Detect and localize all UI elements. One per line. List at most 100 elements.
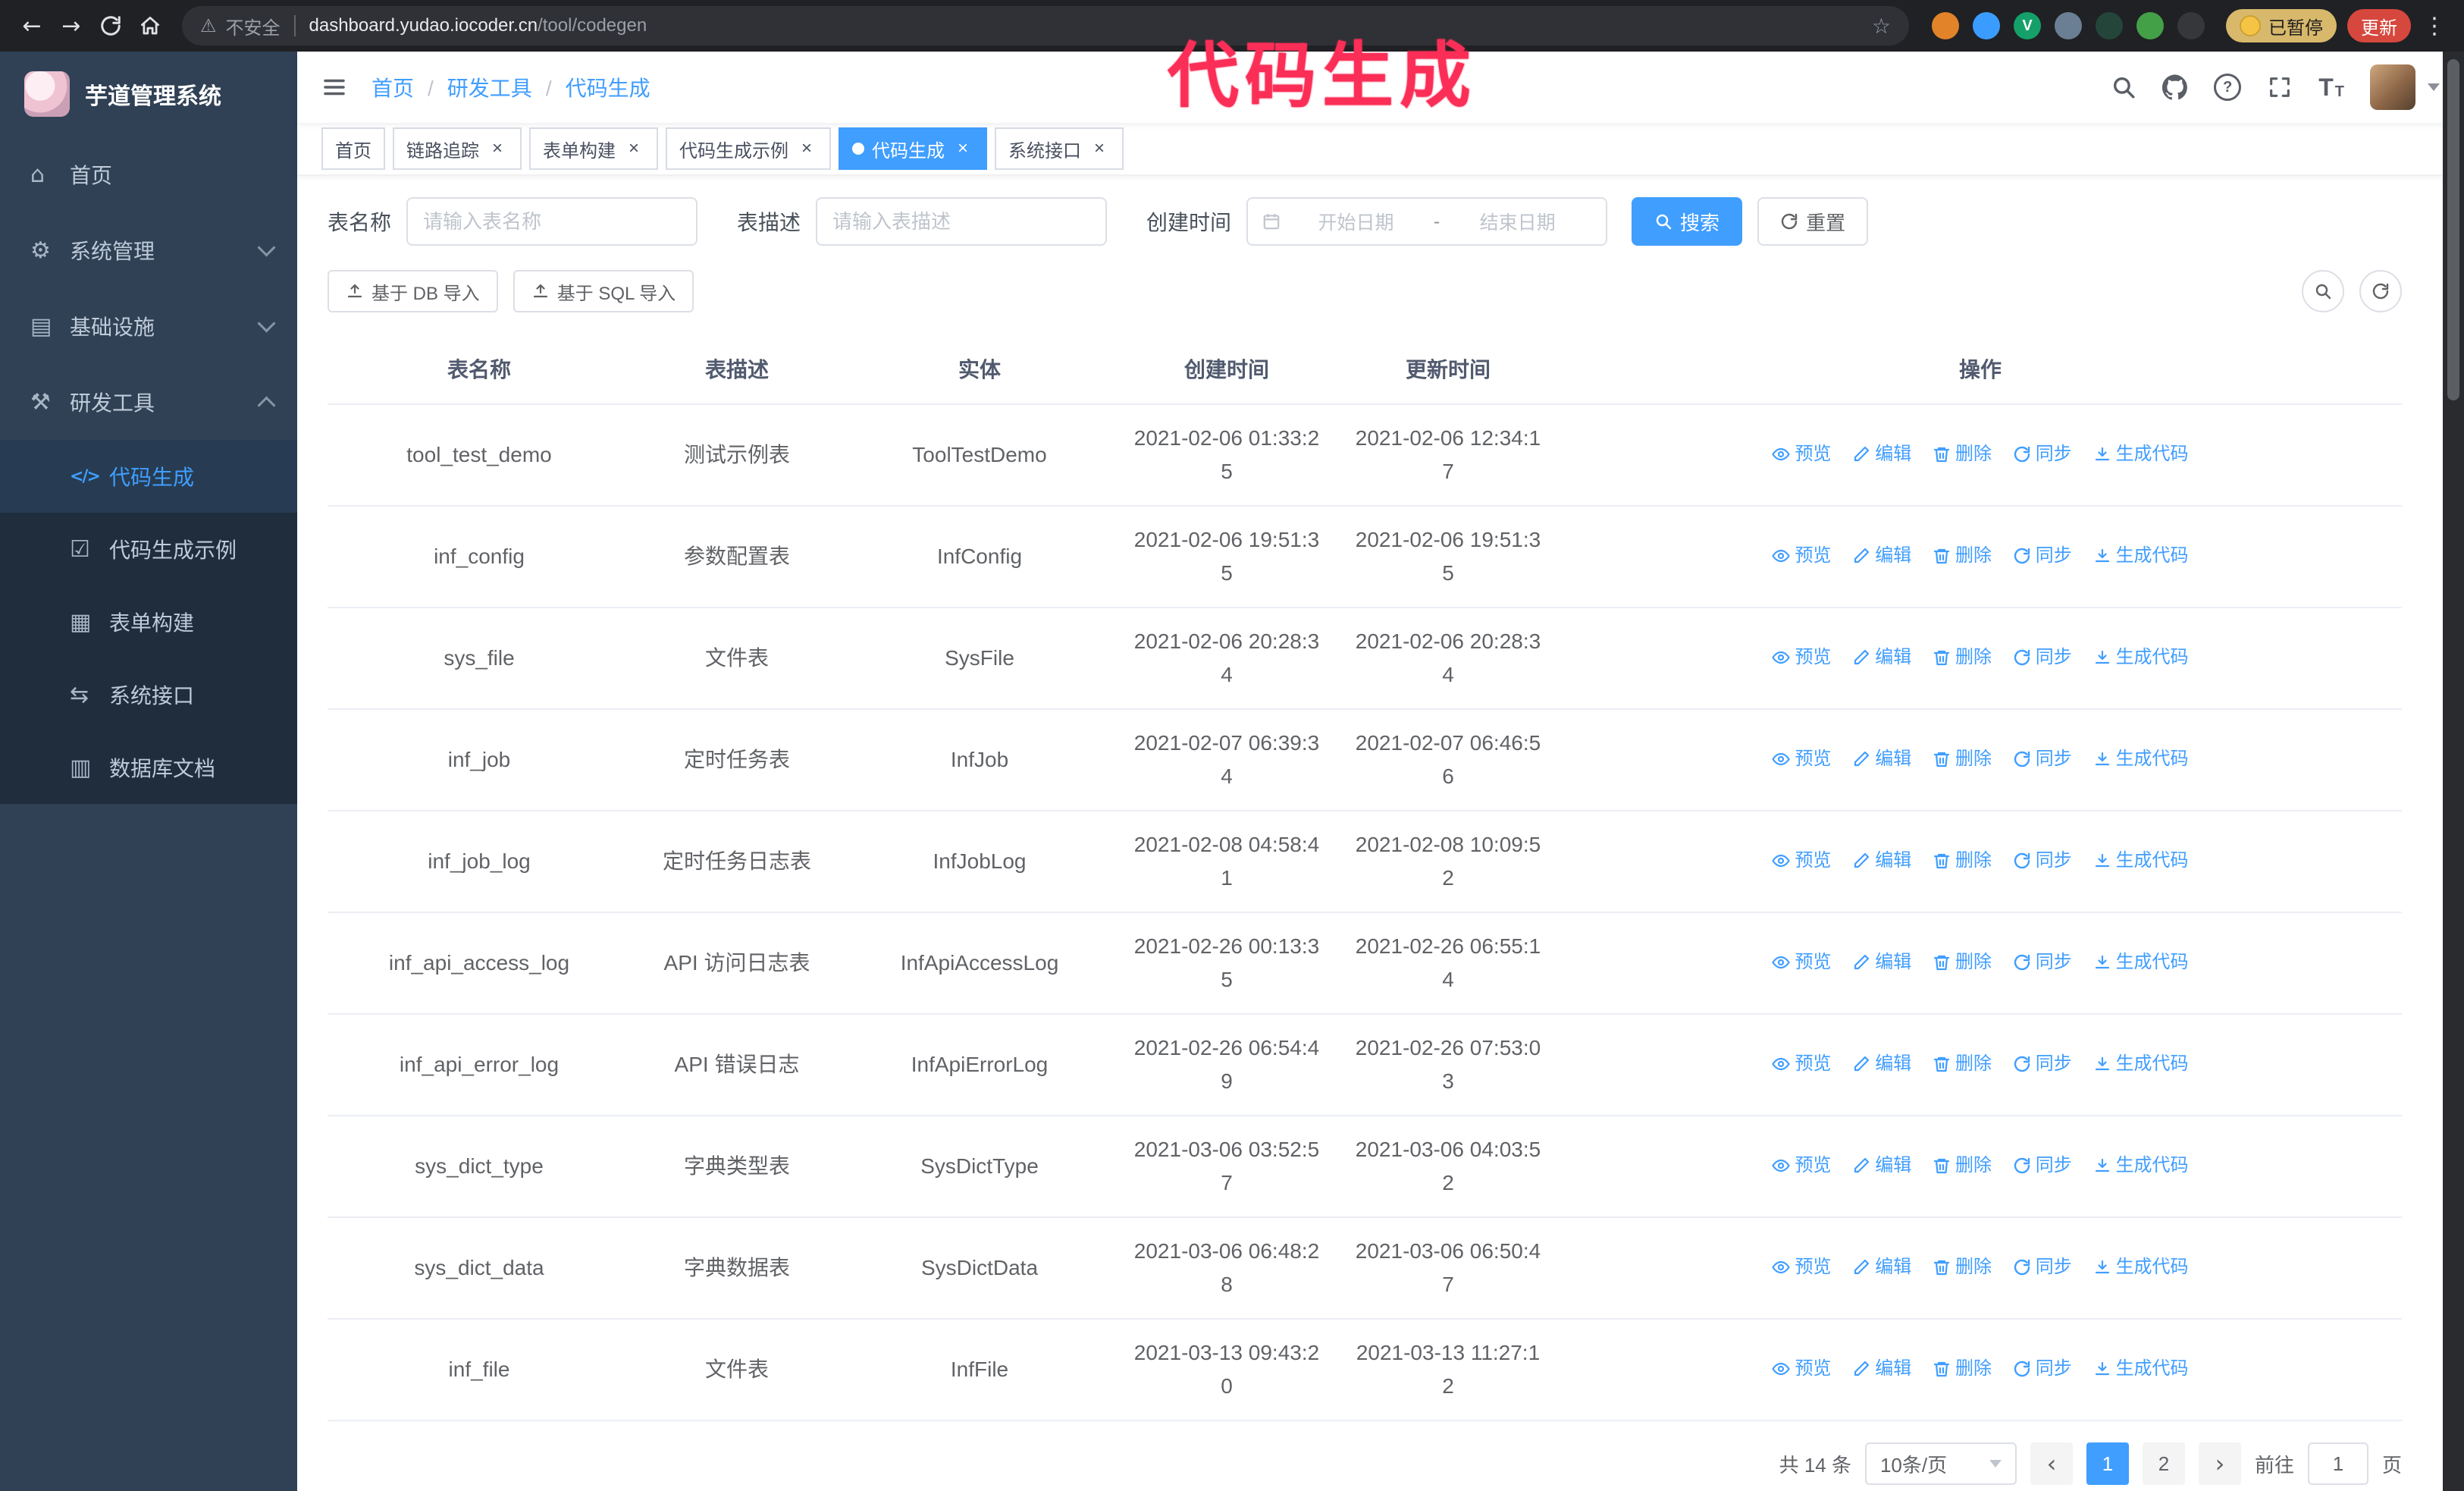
extension-icon[interactable] bbox=[2096, 12, 2123, 39]
preview-link[interactable]: 预览 bbox=[1772, 641, 1831, 674]
generate-code-link[interactable]: 生成代码 bbox=[2093, 1352, 2189, 1386]
home-button[interactable] bbox=[130, 6, 170, 46]
sidebar-item-infra[interactable]: ▤ 基础设施 bbox=[0, 288, 297, 364]
refresh-table-button[interactable] bbox=[2359, 270, 2402, 312]
close-icon[interactable] bbox=[952, 138, 973, 159]
close-icon[interactable] bbox=[1089, 138, 1110, 159]
page-button-2[interactable]: 2 bbox=[2142, 1442, 2185, 1485]
delete-link[interactable]: 删除 bbox=[1933, 1251, 1992, 1284]
avatar[interactable] bbox=[2370, 64, 2415, 110]
sync-link[interactable]: 同步 bbox=[2013, 1251, 2072, 1284]
preview-link[interactable]: 预览 bbox=[1772, 946, 1831, 979]
extension-icon[interactable] bbox=[1932, 12, 1959, 39]
breadcrumb-item-home[interactable]: 首页 bbox=[371, 72, 447, 102]
create-time-range-picker[interactable]: 开始日期 - 结束日期 bbox=[1246, 197, 1608, 246]
sidebar-item-gear[interactable]: ⚙ 系统管理 bbox=[0, 212, 297, 288]
prev-page-button[interactable] bbox=[2030, 1442, 2073, 1485]
preview-link[interactable]: 预览 bbox=[1772, 1251, 1831, 1284]
generate-code-link[interactable]: 生成代码 bbox=[2093, 844, 2189, 877]
sync-link[interactable]: 同步 bbox=[2013, 1352, 2072, 1386]
tags-view-item[interactable]: 代码生成 bbox=[839, 127, 987, 170]
delete-link[interactable]: 删除 bbox=[1933, 438, 1992, 471]
font-size-icon[interactable] bbox=[2318, 75, 2344, 99]
import-sql-button[interactable]: 基于 SQL 导入 bbox=[513, 270, 694, 312]
sync-link[interactable]: 同步 bbox=[2013, 438, 2072, 471]
app-logo[interactable]: 芋道管理系统 bbox=[0, 52, 297, 137]
bookmark-star-icon[interactable]: ☆ bbox=[1872, 14, 1891, 39]
sync-link[interactable]: 同步 bbox=[2013, 1149, 2072, 1182]
scrollbar[interactable] bbox=[2443, 52, 2464, 1491]
extension-icon[interactable] bbox=[2055, 12, 2082, 39]
edit-link[interactable]: 编辑 bbox=[1852, 742, 1911, 776]
delete-link[interactable]: 删除 bbox=[1933, 641, 1992, 674]
sidebar-item-api[interactable]: ⇆ 系统接口 bbox=[0, 658, 297, 731]
tags-view-item[interactable]: 表单构建 bbox=[529, 127, 658, 170]
browser-menu-kebab-icon[interactable]: ⋮ bbox=[2423, 13, 2446, 39]
toggle-search-button[interactable] bbox=[2302, 270, 2344, 312]
edit-link[interactable]: 编辑 bbox=[1852, 1149, 1911, 1182]
fullscreen-icon[interactable] bbox=[2267, 74, 2293, 100]
edit-link[interactable]: 编辑 bbox=[1852, 438, 1911, 471]
edit-link[interactable]: 编辑 bbox=[1852, 844, 1911, 877]
generate-code-link[interactable]: 生成代码 bbox=[2093, 1149, 2189, 1182]
delete-link[interactable]: 删除 bbox=[1933, 1047, 1992, 1081]
generate-code-link[interactable]: 生成代码 bbox=[2093, 742, 2189, 776]
preview-link[interactable]: 预览 bbox=[1772, 1047, 1831, 1081]
generate-code-link[interactable]: 生成代码 bbox=[2093, 1251, 2189, 1284]
tags-view-item[interactable]: 代码生成示例 bbox=[666, 127, 831, 170]
extension-icon[interactable] bbox=[2177, 12, 2205, 39]
sync-link[interactable]: 同步 bbox=[2013, 641, 2072, 674]
delete-link[interactable]: 删除 bbox=[1933, 1352, 1992, 1386]
tags-view-item[interactable]: 系统接口 bbox=[995, 127, 1124, 170]
reload-button[interactable] bbox=[91, 6, 130, 46]
preview-link[interactable]: 预览 bbox=[1772, 742, 1831, 776]
reset-button[interactable]: 重置 bbox=[1757, 197, 1869, 246]
edit-link[interactable]: 编辑 bbox=[1852, 1047, 1911, 1081]
tags-view-item[interactable]: 首页 bbox=[321, 127, 385, 170]
edit-link[interactable]: 编辑 bbox=[1852, 1251, 1911, 1284]
breadcrumb-item-tools[interactable]: 研发工具 bbox=[447, 72, 566, 102]
edit-link[interactable]: 编辑 bbox=[1852, 1352, 1911, 1386]
search-button[interactable]: 搜索 bbox=[1632, 197, 1743, 246]
delete-link[interactable]: 删除 bbox=[1933, 844, 1992, 877]
close-icon[interactable] bbox=[796, 138, 817, 159]
edit-link[interactable]: 编辑 bbox=[1852, 539, 1911, 573]
extension-icon[interactable]: V bbox=[2014, 12, 2041, 39]
sync-link[interactable]: 同步 bbox=[2013, 946, 2072, 979]
sidebar-item-tools[interactable]: ⚒ 研发工具 bbox=[0, 364, 297, 440]
sidebar-item-form[interactable]: ▦ 表单构建 bbox=[0, 585, 297, 658]
delete-link[interactable]: 删除 bbox=[1933, 946, 1992, 979]
sync-link[interactable]: 同步 bbox=[2013, 742, 2072, 776]
table-name-input[interactable] bbox=[406, 197, 698, 246]
delete-link[interactable]: 删除 bbox=[1933, 742, 1992, 776]
scrollbar-thumb[interactable] bbox=[2447, 59, 2459, 400]
extension-icon[interactable] bbox=[1973, 12, 2000, 39]
goto-page-input[interactable] bbox=[2307, 1442, 2368, 1485]
delete-link[interactable]: 删除 bbox=[1933, 1149, 1992, 1182]
sync-link[interactable]: 同步 bbox=[2013, 1047, 2072, 1081]
tags-view-item[interactable]: 链路追踪 bbox=[393, 127, 522, 170]
chevron-down-icon[interactable] bbox=[2428, 83, 2440, 91]
preview-link[interactable]: 预览 bbox=[1772, 1352, 1831, 1386]
page-size-select[interactable]: 10条/页 bbox=[1864, 1442, 2017, 1485]
close-icon[interactable] bbox=[487, 138, 508, 159]
address-bar[interactable]: ⚠ 不安全 dashboard.yudao.iocoder.cn/tool/co… bbox=[182, 6, 1909, 46]
sidebar-item-home[interactable]: ⌂ 首页 bbox=[0, 137, 297, 212]
preview-link[interactable]: 预览 bbox=[1772, 438, 1831, 471]
generate-code-link[interactable]: 生成代码 bbox=[2093, 1047, 2189, 1081]
preview-link[interactable]: 预览 bbox=[1772, 1149, 1831, 1182]
delete-link[interactable]: 删除 bbox=[1933, 539, 1992, 573]
preview-link[interactable]: 预览 bbox=[1772, 539, 1831, 573]
update-button[interactable]: 更新 bbox=[2347, 9, 2411, 42]
edit-link[interactable]: 编辑 bbox=[1852, 946, 1911, 979]
sidebar-item-code[interactable]: </> 代码生成 bbox=[0, 440, 297, 513]
paused-badge[interactable]: 已暂停 bbox=[2226, 9, 2337, 42]
generate-code-link[interactable]: 生成代码 bbox=[2093, 438, 2189, 471]
help-icon[interactable] bbox=[2214, 74, 2242, 101]
edit-link[interactable]: 编辑 bbox=[1852, 641, 1911, 674]
hamburger-icon[interactable] bbox=[321, 74, 347, 100]
table-desc-input[interactable] bbox=[816, 197, 1108, 246]
close-icon[interactable] bbox=[623, 138, 644, 159]
generate-code-link[interactable]: 生成代码 bbox=[2093, 641, 2189, 674]
next-page-button[interactable] bbox=[2198, 1442, 2241, 1485]
